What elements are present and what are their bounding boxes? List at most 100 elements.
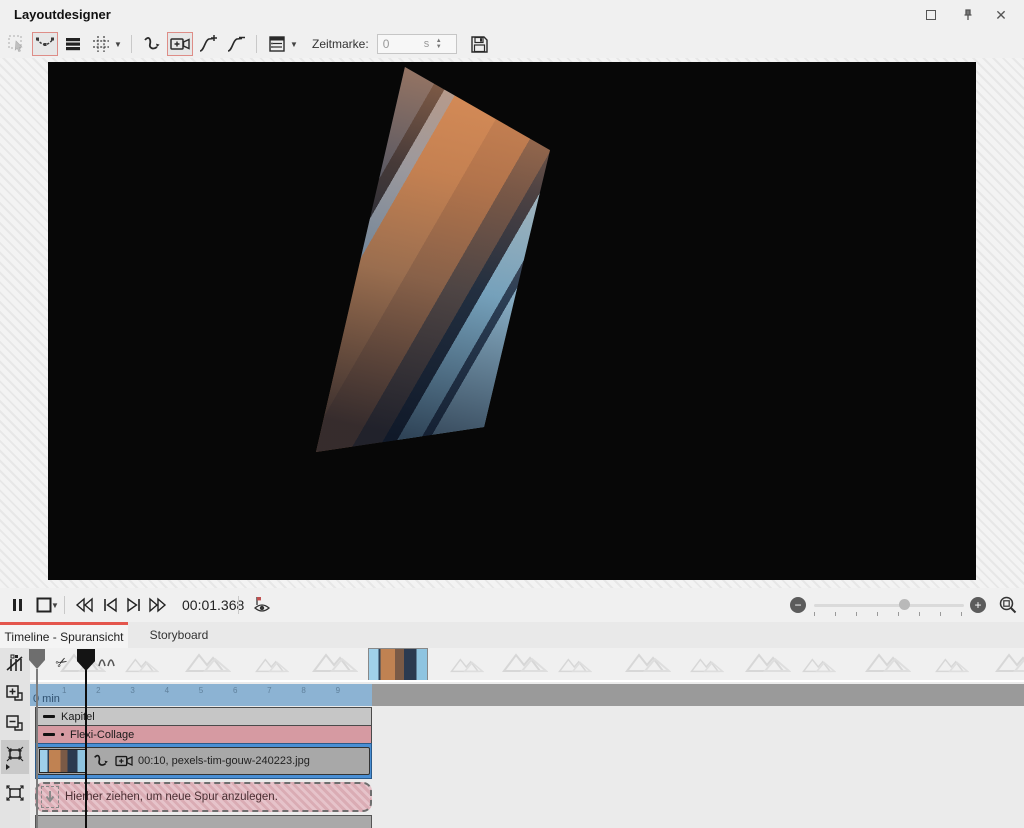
tab-timeline-spuransicht[interactable]: Timeline - Spuransicht xyxy=(0,622,128,648)
image-placeholder-icon xyxy=(502,649,548,678)
image-placeholder-icon xyxy=(558,655,592,678)
grid-dropdown-arrow[interactable]: ▼ xyxy=(114,40,124,49)
collapse-dash-icon[interactable] xyxy=(43,715,55,718)
drop-arrow-box xyxy=(41,786,59,808)
magnifier-icon xyxy=(998,595,1018,615)
tab-label: Timeline - Spuransicht xyxy=(5,630,124,644)
expand-view-icon xyxy=(5,784,25,802)
layout-toolbar: ▼ ▼ Zeitmarke: s ▲▼ xyxy=(0,30,1024,58)
transport-separator xyxy=(238,596,239,614)
wave-icon xyxy=(96,654,118,670)
toolbar-separator xyxy=(131,35,132,53)
forward-button[interactable] xyxy=(146,593,170,617)
add-track-button[interactable] xyxy=(1,680,29,706)
timeline-area: 0 min 123456789 Kapitel Flexi-Collage 00… xyxy=(0,648,1024,828)
zoom-fit-button[interactable] xyxy=(996,593,1020,617)
forward-icon xyxy=(148,597,168,613)
grid-button[interactable] xyxy=(88,32,114,56)
save-button[interactable] xyxy=(467,32,493,56)
close-button[interactable]: ✕ xyxy=(988,3,1014,27)
maximize-icon xyxy=(926,10,936,20)
ruler-selected-range[interactable]: 0 min 123456789 xyxy=(30,684,372,706)
preview-marker-button[interactable] xyxy=(250,593,274,617)
ruler-tick-label: 6 xyxy=(233,686,237,695)
jump-start-icon xyxy=(101,597,119,613)
rewind-button[interactable] xyxy=(72,593,96,617)
image-placeholder-icon xyxy=(185,649,231,678)
tab-storyboard[interactable]: Storyboard xyxy=(128,622,230,648)
zoom-slider-thumb[interactable] xyxy=(899,599,910,610)
stop-dropdown-arrow[interactable]: ▼ xyxy=(50,593,60,617)
pause-button[interactable] xyxy=(6,593,30,617)
image-placeholder-icon xyxy=(450,655,484,678)
ruler-tick-label: 5 xyxy=(199,686,203,695)
eye-marker-icon xyxy=(251,595,273,615)
range-marker-line xyxy=(36,669,38,828)
tab-label: Storyboard xyxy=(150,628,209,642)
object-mode-button[interactable] xyxy=(1,650,29,676)
image-placeholder-icon xyxy=(312,649,358,678)
zoom-in-button[interactable]: + xyxy=(970,597,986,613)
s-curve-icon xyxy=(142,34,162,54)
image-placeholder-icon xyxy=(802,655,836,678)
select-arrow-icon xyxy=(7,34,27,54)
image-placeholder-icon xyxy=(125,655,159,678)
filmstrip-thumbnail[interactable] xyxy=(368,648,428,682)
timecode-display: 00:01.368 xyxy=(182,588,244,622)
image-placeholder-icon xyxy=(995,649,1024,678)
animation-curve-button[interactable] xyxy=(139,32,165,56)
camera-button[interactable] xyxy=(167,32,193,56)
stripes-icon xyxy=(64,35,82,53)
track-mute-icon xyxy=(5,653,25,673)
panel-titlebar: Layoutdesigner ✕ xyxy=(0,0,1024,30)
preview-image[interactable] xyxy=(316,67,550,452)
jump-start-button[interactable] xyxy=(98,593,122,617)
track-label: Flexi-Collage xyxy=(70,729,134,741)
jump-end-icon xyxy=(125,597,143,613)
zeitmarke-label: Zeitmarke: xyxy=(312,37,369,51)
expand-view-button[interactable] xyxy=(1,780,29,806)
image-placeholder-icon xyxy=(745,649,791,678)
ruler-tick-label: 3 xyxy=(130,686,134,695)
keyframe-list-icon xyxy=(267,34,287,54)
zoom-out-button[interactable]: − xyxy=(790,597,806,613)
track-label: Kapitel xyxy=(61,711,95,723)
zeitmarke-stepper[interactable]: ▲▼ xyxy=(436,38,444,50)
rewind-icon xyxy=(74,597,94,613)
pause-icon xyxy=(10,597,26,613)
curve-mode-button[interactable] xyxy=(32,32,58,56)
ruler-tick-label: 1 xyxy=(62,686,66,695)
zoom-slider-track[interactable] xyxy=(814,604,964,607)
preview-stage xyxy=(0,58,1024,588)
remove-keyframe-button[interactable] xyxy=(223,32,249,56)
collapse-dash-icon[interactable] xyxy=(43,733,55,736)
stepper-down-icon[interactable]: ▼ xyxy=(436,44,442,50)
transport-bar: ▼ 00:01.368 − + xyxy=(0,588,1024,622)
filmstrip-row[interactable] xyxy=(30,648,1024,682)
image-placeholder-icon xyxy=(255,655,289,678)
close-icon: ✕ xyxy=(995,7,1007,24)
add-keyframe-button[interactable] xyxy=(195,32,221,56)
remove-track-icon xyxy=(5,713,25,733)
image-placeholder-icon xyxy=(935,655,969,678)
maximize-button[interactable] xyxy=(918,3,944,27)
keyframe-list-button[interactable] xyxy=(264,32,290,56)
keyframe-list-dropdown-arrow[interactable]: ▼ xyxy=(290,40,300,49)
optimize-view-dropdown-arrow[interactable] xyxy=(6,764,10,770)
save-icon xyxy=(470,35,489,54)
dropzone-label: Hierher ziehen, um neue Spur anzulegen. xyxy=(65,791,278,803)
curve-minus-icon xyxy=(226,34,246,54)
clip-camera-icon xyxy=(114,753,134,769)
clip-curve-icon xyxy=(92,752,110,770)
timeline-ruler[interactable]: 0 min 123456789 xyxy=(30,684,1024,706)
zeitmarke-input[interactable] xyxy=(378,37,424,51)
camera-icon xyxy=(169,35,191,53)
pin-button[interactable] xyxy=(955,3,981,27)
preview-canvas[interactable] xyxy=(48,62,976,580)
remove-track-button[interactable] xyxy=(1,710,29,736)
jump-end-button[interactable] xyxy=(122,593,146,617)
track-stripes-button[interactable] xyxy=(60,32,86,56)
ruler-tick-label: 4 xyxy=(165,686,169,695)
select-mode-button[interactable] xyxy=(4,32,30,56)
optimize-view-button[interactable] xyxy=(1,740,29,774)
